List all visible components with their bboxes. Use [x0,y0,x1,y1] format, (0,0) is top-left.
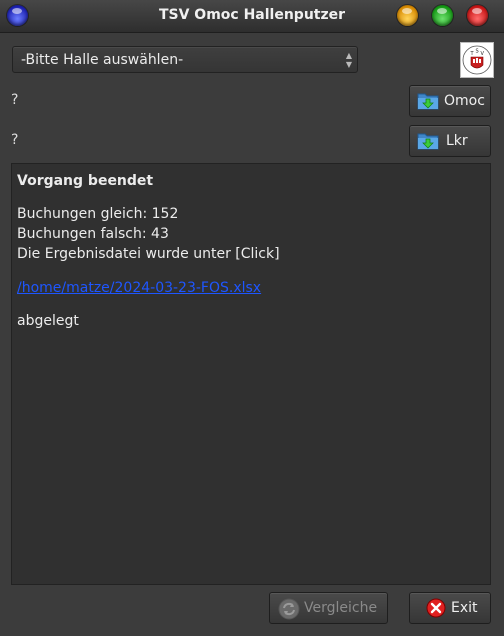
omoc-button-label: Omoc [444,93,485,109]
result-file-link[interactable]: /home/matze/2024-03-23-FOS.xlsx [17,278,485,298]
club-logo: T S V [460,42,494,78]
compare-button[interactable]: Vergleiche [269,592,388,624]
result-panel: Vorgang beendet Buchungen gleich: 152 Bu… [11,163,491,585]
svg-text:S: S [476,49,479,55]
result-file-info: Die Ergebnisdatei wurde unter [Click] [17,246,280,262]
exit-button-label: Exit [451,600,478,616]
lkr-button-label: Lkr [446,133,468,149]
exit-button[interactable]: Exit [409,592,491,624]
result-suffix: abgelegt [17,313,79,329]
folder-download-icon [417,131,439,151]
title-bar: TSV Omoc Hallenputzer [0,0,504,33]
hall-select[interactable]: -Bitte Halle auswählen- ▲ ▼ [12,46,358,73]
hall-select-value: -Bitte Halle auswählen- [21,52,184,68]
result-matching-count: Buchungen gleich: 152 [17,206,179,222]
window-title: TSV Omoc Hallenputzer [158,7,346,23]
compare-button-label: Vergleiche [304,600,378,616]
omoc-status: ? [11,92,19,108]
svg-text:V: V [481,51,485,57]
spinner-arrows-icon: ▲ ▼ [345,51,352,69]
folder-download-icon [417,91,439,111]
minimize-icon[interactable] [397,5,418,26]
exit-icon [426,598,446,618]
refresh-icon [278,598,300,620]
lkr-status: ? [11,132,19,148]
lkr-button[interactable]: Lkr [409,125,491,157]
result-wrong-count: Buchungen falsch: 43 [17,226,169,242]
omoc-button[interactable]: Omoc [409,85,491,117]
close-icon[interactable] [467,5,488,26]
result-heading: Vorgang beendet [17,173,154,189]
maximize-icon[interactable] [432,5,453,26]
